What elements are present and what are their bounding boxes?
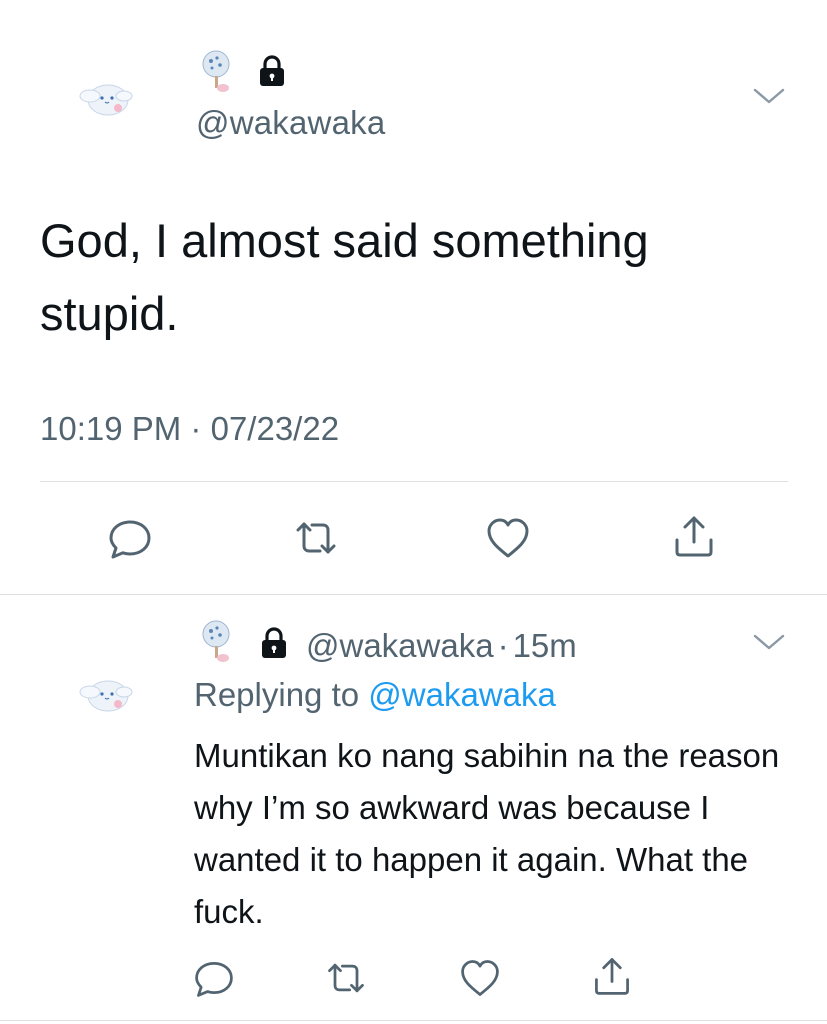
divider	[0, 1020, 827, 1021]
reply-author-handle[interactable]: @wakawaka	[306, 627, 494, 664]
retweet-icon[interactable]	[292, 514, 340, 562]
share-icon[interactable]	[670, 512, 718, 560]
timestamp-separator: ·	[190, 410, 202, 447]
reply-header[interactable]: @wakawaka · 15m	[306, 627, 577, 665]
replying-to-label: Replying to	[194, 676, 360, 713]
reply-time[interactable]: 15m	[513, 627, 577, 664]
reply-icon[interactable]	[106, 514, 154, 562]
divider	[0, 594, 827, 595]
reply-text: Muntikan ko nang sabihin na the reason w…	[194, 737, 780, 930]
author-handle[interactable]: @wakawaka	[196, 104, 385, 142]
user-avatar[interactable]	[78, 72, 134, 120]
lock-icon	[258, 626, 290, 660]
replying-to-line: Replying to @wakawaka	[194, 676, 556, 714]
divider	[40, 481, 788, 482]
tweet-time: 10:19 PM	[40, 410, 182, 447]
reply-user-avatar[interactable]	[78, 668, 134, 716]
header-separator: ·	[497, 627, 509, 664]
tweet-timestamp[interactable]: 10:19 PM · 07/23/22	[40, 410, 339, 448]
fan-icon	[198, 48, 238, 96]
heart-icon[interactable]	[458, 956, 502, 1000]
chevron-down-icon[interactable]	[752, 632, 786, 652]
retweet-icon[interactable]	[324, 956, 368, 1000]
share-icon[interactable]	[590, 954, 634, 998]
heart-icon[interactable]	[484, 514, 532, 562]
fan-icon	[198, 618, 238, 666]
chevron-down-icon[interactable]	[752, 86, 786, 106]
reply-icon[interactable]	[192, 956, 236, 1000]
lock-icon	[256, 54, 288, 88]
tweet-date: 07/23/22	[210, 410, 340, 447]
tweet-text: God, I almost said something stupid.	[40, 214, 649, 340]
replying-to-mention[interactable]: @wakawaka	[368, 676, 556, 713]
